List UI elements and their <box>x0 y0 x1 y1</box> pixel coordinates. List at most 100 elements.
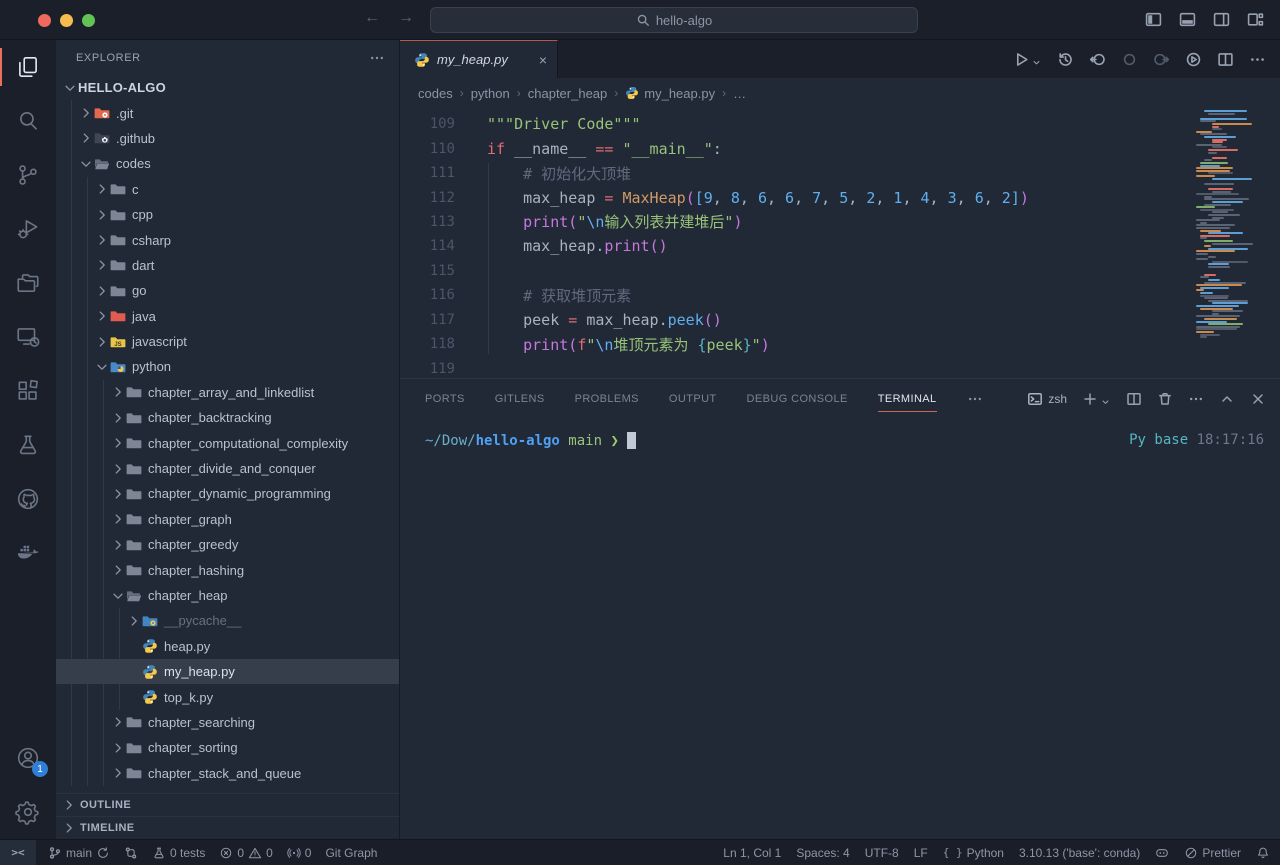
tree-item-dart[interactable]: dart <box>56 253 399 278</box>
status-eol[interactable]: LF <box>914 846 928 860</box>
tree-item-chapter_graph[interactable]: chapter_graph <box>56 507 399 532</box>
activity-explorer[interactable] <box>0 40 56 94</box>
split-editor-button[interactable] <box>1217 51 1234 68</box>
tree-item-chapter_divide_and_conquer[interactable]: chapter_divide_and_conquer <box>56 456 399 481</box>
activity-search[interactable] <box>0 94 56 148</box>
tree-item-.git[interactable]: .git <box>56 100 399 125</box>
tree-item-go[interactable]: go <box>56 278 399 303</box>
sidebar-section-outline[interactable]: OUTLINE <box>56 793 399 816</box>
status-indentation[interactable]: Spaces: 4 <box>796 846 849 860</box>
activity-remote-explorer[interactable] <box>0 310 56 364</box>
tree-item-chapter_sorting[interactable]: chapter_sorting <box>56 735 399 760</box>
nav-current-circle-button[interactable] <box>1121 51 1138 68</box>
terminal-shell-selector[interactable]: zsh <box>1027 391 1067 407</box>
status-encoding[interactable]: UTF-8 <box>865 846 899 860</box>
tree-item-chapter_searching[interactable]: chapter_searching <box>56 710 399 735</box>
close-tab-icon[interactable]: × <box>539 52 547 68</box>
run-python-file-button[interactable] <box>1013 51 1042 68</box>
tab-my-heap-py[interactable]: my_heap.py × <box>400 40 558 78</box>
sidebar-section-timeline[interactable]: TIMELINE <box>56 816 399 839</box>
activity-source-control[interactable] <box>0 148 56 202</box>
activity-docker[interactable] <box>0 526 56 580</box>
layout-sidebar-left-icon[interactable] <box>1145 11 1162 28</box>
split-terminal-button[interactable] <box>1126 391 1142 407</box>
terminal-content[interactable]: ~/Dow/hello-algo main ❯ Py base 18:17:16 <box>400 419 1280 839</box>
command-center-search[interactable]: hello-algo <box>430 7 918 33</box>
minimap[interactable] <box>1196 110 1270 340</box>
status-python-interpreter[interactable]: 3.10.13 ('base': conda) <box>1019 846 1140 860</box>
tree-item-codes[interactable]: codes <box>56 151 399 176</box>
layout-sidebar-right-icon[interactable] <box>1213 11 1230 28</box>
status-problems[interactable]: 00 <box>219 846 272 860</box>
tree-item-chapter_backtracking[interactable]: chapter_backtracking <box>56 405 399 430</box>
layout-panel-icon[interactable] <box>1179 11 1196 28</box>
activity-settings[interactable] <box>0 785 56 839</box>
timeline-history-button[interactable] <box>1057 51 1074 68</box>
tree-item-csharp[interactable]: csharp <box>56 227 399 252</box>
tree-item-top_k.py[interactable]: top_k.py <box>56 684 399 709</box>
breadcrumb-item-python[interactable]: python <box>471 86 510 101</box>
panel-tab-debug-console[interactable]: DEBUG CONSOLE <box>747 379 848 419</box>
breadcrumb-item-chapter_heap[interactable]: chapter_heap <box>528 86 608 101</box>
breadcrumb-item-[interactable]: … <box>733 86 746 101</box>
tree-item-chapter_stack_and_queue[interactable]: chapter_stack_and_queue <box>56 761 399 786</box>
status-git-branch[interactable]: main <box>48 846 110 860</box>
panel-tab-output[interactable]: OUTPUT <box>669 379 717 419</box>
tree-item-my_heap.py[interactable]: my_heap.py <box>56 659 399 684</box>
tree-item-chapter_hashing[interactable]: chapter_hashing <box>56 557 399 582</box>
code-editor[interactable]: 109"""Driver Code"""110if __name__ == "_… <box>400 108 1280 378</box>
tree-item-__pycache__[interactable]: __pycache__ <box>56 608 399 633</box>
tree-item-python[interactable]: python <box>56 354 399 379</box>
status-notifications[interactable] <box>1256 846 1270 860</box>
tree-item-HELLO-ALGO[interactable]: HELLO-ALGO <box>56 75 399 100</box>
tree-item-chapter_computational_complexity[interactable]: chapter_computational_complexity <box>56 430 399 455</box>
activity-run-debug[interactable] <box>0 202 56 256</box>
panel-tab-problems[interactable]: PROBLEMS <box>575 379 639 419</box>
layout-customize-icon[interactable] <box>1247 11 1264 28</box>
status-copilot[interactable] <box>1155 846 1169 860</box>
activity-extensions[interactable] <box>0 364 56 418</box>
new-terminal-button[interactable] <box>1082 391 1111 407</box>
maximize-panel-button[interactable] <box>1219 391 1235 407</box>
tree-item-heap.py[interactable]: heap.py <box>56 634 399 659</box>
tree-item-chapter_heap[interactable]: chapter_heap <box>56 583 399 608</box>
panel-more-actions-button[interactable] <box>1188 391 1204 407</box>
activity-folder-library[interactable] <box>0 256 56 310</box>
status-git-compare[interactable] <box>124 846 138 860</box>
forward-arrow-icon[interactable]: → <box>396 9 416 27</box>
breadcrumb-item-my_heap.py[interactable]: my_heap.py <box>625 86 715 101</box>
nav-forward-circle-button[interactable] <box>1153 51 1170 68</box>
breadcrumb-item-codes[interactable]: codes <box>418 86 453 101</box>
status-tests[interactable]: 0 tests <box>152 846 205 860</box>
status-ports[interactable]: 0 <box>287 846 312 860</box>
maximize-window-button[interactable] <box>82 14 95 27</box>
panel-tab-ports[interactable]: PORTS <box>425 379 465 419</box>
activity-accounts[interactable]: 1 <box>0 731 56 785</box>
status-git-graph[interactable]: Git Graph <box>325 846 377 860</box>
activity-github[interactable] <box>0 472 56 526</box>
tree-item-chapter_array_and_linkedlist[interactable]: chapter_array_and_linkedlist <box>56 380 399 405</box>
activity-testing[interactable] <box>0 418 56 472</box>
kill-terminal-button[interactable] <box>1157 391 1173 407</box>
tree-item-java[interactable]: java <box>56 304 399 329</box>
status-language-mode[interactable]: { }Python <box>943 846 1004 860</box>
tree-item-chapter_dynamic_programming[interactable]: chapter_dynamic_programming <box>56 481 399 506</box>
nav-back-circle-button[interactable] <box>1089 51 1106 68</box>
back-arrow-icon[interactable]: ← <box>362 9 382 27</box>
remote-indicator[interactable]: >< <box>0 840 36 865</box>
tree-item-chapter_greedy[interactable]: chapter_greedy <box>56 532 399 557</box>
close-panel-button[interactable] <box>1250 391 1266 407</box>
minimize-window-button[interactable] <box>60 14 73 27</box>
panel-tab-gitlens[interactable]: GITLENS <box>495 379 545 419</box>
tree-item-.github[interactable]: .github <box>56 126 399 151</box>
panel-tab-terminal[interactable]: TERMINAL <box>878 379 937 419</box>
explorer-more-actions-icon[interactable] <box>369 50 385 66</box>
tree-item-c[interactable]: c <box>56 177 399 202</box>
tree-item-javascript[interactable]: JSjavascript <box>56 329 399 354</box>
status-prettier[interactable]: Prettier <box>1184 846 1241 860</box>
status-cursor-position[interactable]: Ln 1, Col 1 <box>723 846 781 860</box>
tree-item-cpp[interactable]: cpp <box>56 202 399 227</box>
panel-tabs-more-icon[interactable] <box>967 391 983 407</box>
close-window-button[interactable] <box>38 14 51 27</box>
more-actions-button[interactable] <box>1249 51 1266 68</box>
